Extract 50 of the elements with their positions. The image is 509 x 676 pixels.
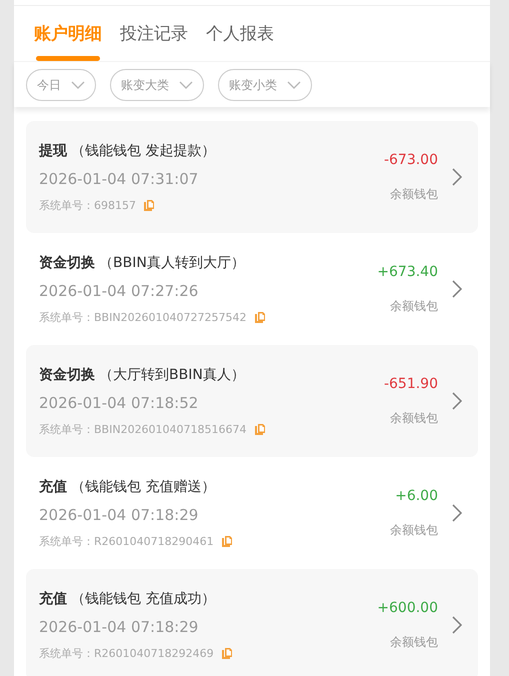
record-time: 2026-01-04 07:18:29 — [39, 506, 200, 524]
record-detail: （大厅转到BBIN真人） — [99, 366, 245, 384]
record-time: 2026-01-04 07:31:07 — [39, 170, 200, 188]
order-number: 系统单号：BBIN202601040718516674 — [39, 422, 247, 436]
record-card[interactable]: 资金切换 （BBIN真人转到大厅） 2026-01-04 07:27:26 系统单号：BBIN202601040727257542 +673.40 余额钱包 — [26, 233, 478, 345]
chevron-down-icon — [287, 81, 301, 89]
chevron-down-icon — [71, 81, 85, 89]
copy-icon[interactable] — [254, 424, 265, 434]
record-time: 2026-01-04 07:18:29 — [39, 618, 200, 636]
record-detail: （钱能钱包 发起提款） — [71, 142, 216, 160]
record-card[interactable]: 资金切换 （大厅转到BBIN真人） 2026-01-04 07:18:52 系统单号：BBIN202601040718516674 -651.90 余额钱包 — [26, 345, 478, 457]
order-number: 系统单号：698157 — [39, 198, 136, 212]
record-type: 资金切换 — [39, 366, 95, 384]
wallet-label: 余额钱包 — [390, 186, 438, 202]
amount: -651.90 — [384, 376, 438, 392]
chevron-right-icon — [452, 504, 462, 522]
amount: +600.00 — [377, 600, 438, 616]
wallet-label: 余额钱包 — [390, 410, 438, 426]
record-type: 提现 — [39, 142, 67, 160]
record-detail: （BBIN真人转到大厅） — [99, 254, 245, 272]
record-type: 充值 — [39, 478, 67, 496]
record-card[interactable]: 提现 （钱能钱包 发起提款） 2026-01-04 07:31:07 系统单号：698157 -673.00 余额钱包 — [26, 121, 478, 233]
amount: +6.00 — [395, 488, 438, 504]
wallet-label: 余额钱包 — [390, 298, 438, 314]
chevron-down-icon — [179, 81, 193, 89]
record-type: 资金切换 — [39, 254, 95, 272]
record-card[interactable]: 充值 （钱能钱包 充值赠送） 2026-01-04 07:18:29 系统单号：R2601040718290461 +6.00 余额钱包 — [26, 457, 478, 569]
record-time: 2026-01-04 07:27:26 — [39, 282, 200, 300]
amount: -673.00 — [384, 152, 438, 168]
wallet-label: 余额钱包 — [390, 522, 438, 538]
chevron-right-icon — [452, 616, 462, 634]
copy-icon[interactable] — [222, 648, 232, 658]
chevron-right-icon — [452, 168, 462, 186]
order-number: 系统单号：R2601040718290461 — [39, 534, 214, 548]
copy-icon[interactable] — [222, 536, 232, 546]
record-type: 充值 — [39, 590, 67, 608]
copy-icon[interactable] — [254, 312, 265, 322]
wallet-label: 余额钱包 — [390, 634, 438, 650]
chevron-right-icon — [452, 280, 462, 298]
record-detail: （钱能钱包 充值赠送） — [71, 478, 216, 496]
copy-icon[interactable] — [144, 200, 154, 210]
chevron-right-icon — [452, 392, 462, 410]
tab[interactable]: 个人报表 — [206, 18, 274, 61]
order-number: 系统单号：R2601040718292469 — [39, 646, 214, 660]
tab[interactable]: 投注记录 — [120, 18, 188, 61]
record-time: 2026-01-04 07:18:52 — [39, 394, 200, 412]
record-detail: （钱能钱包 充值成功） — [71, 590, 216, 608]
amount: +673.40 — [377, 264, 438, 280]
record-card[interactable]: 充值 （钱能钱包 充值成功） 2026-01-04 07:18:29 系统单号：R2601040718292469 +600.00 余额钱包 — [26, 569, 478, 676]
order-number: 系统单号：BBIN202601040727257542 — [39, 310, 247, 324]
